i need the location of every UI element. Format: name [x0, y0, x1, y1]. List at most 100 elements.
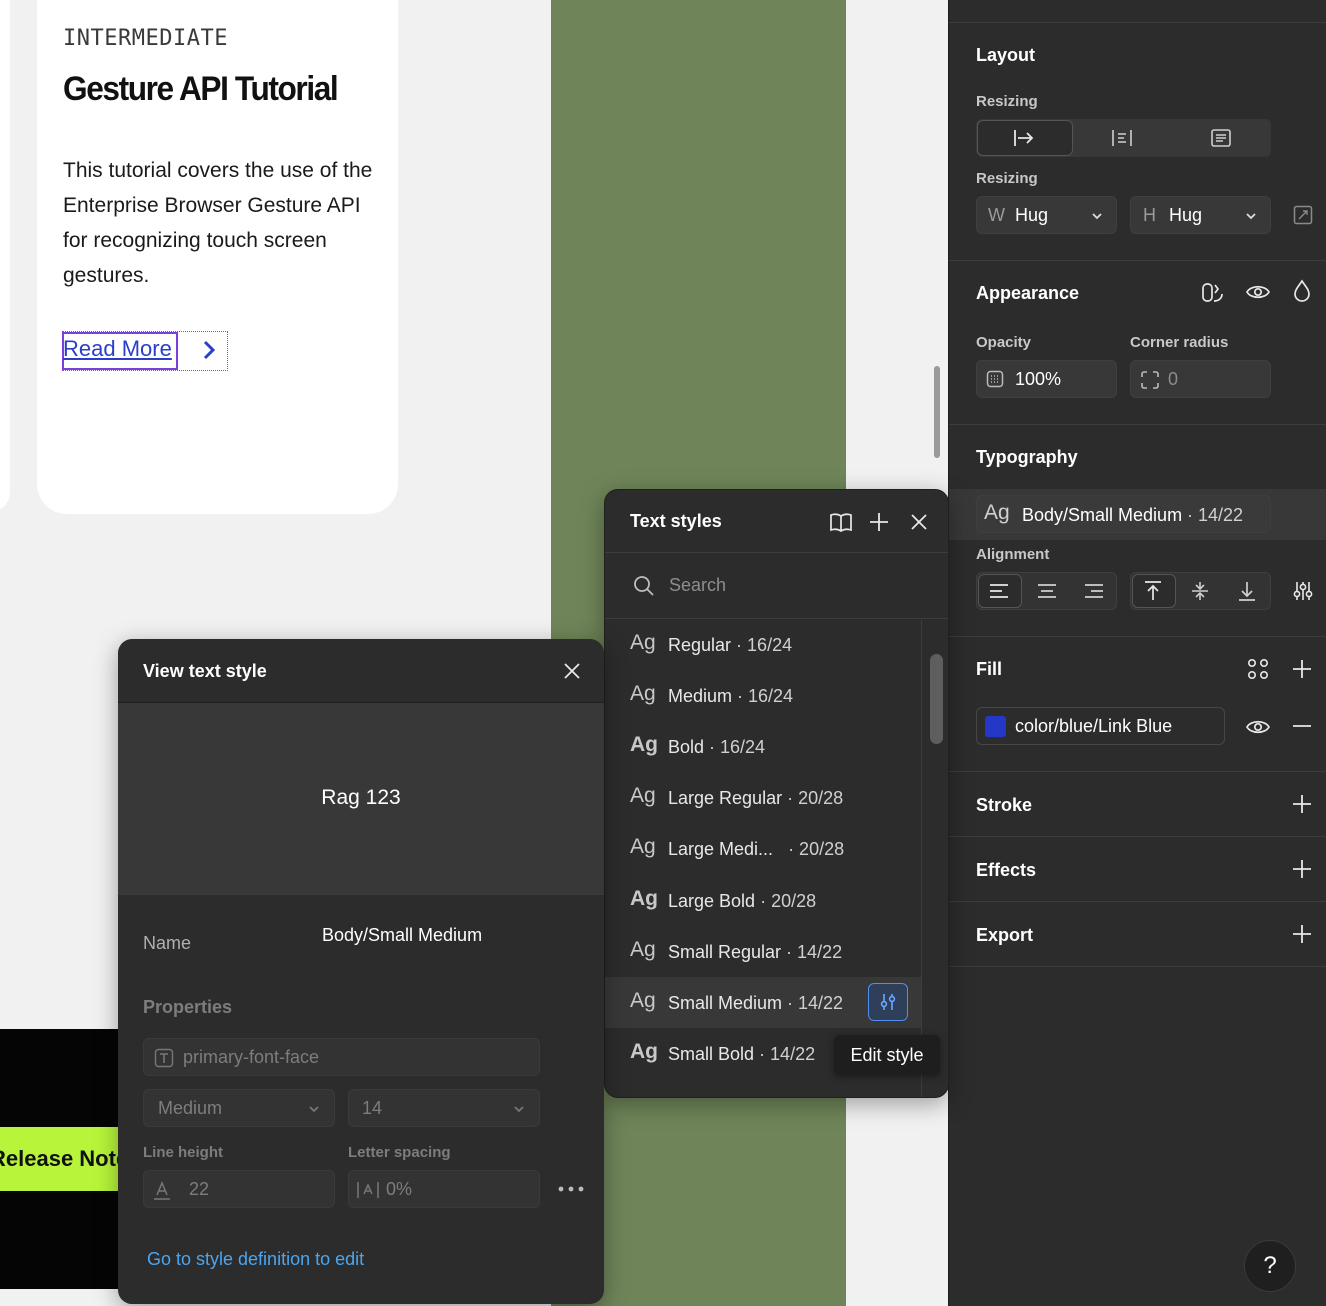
canvas-scrollbar[interactable] — [934, 366, 940, 458]
type-settings-icon[interactable] — [1291, 580, 1315, 602]
font-face-value: primary-font-face — [183, 1047, 320, 1067]
ag-glyph: Ag — [630, 1040, 658, 1063]
fill-title: Fill — [976, 659, 1002, 679]
horizontal-align-group — [976, 572, 1117, 610]
text-style-name: Small Medium — [668, 993, 783, 1013]
letter-spacing-field: 0% — [348, 1170, 540, 1208]
chevron-down-icon — [309, 1106, 319, 1113]
text-type-icon — [154, 1048, 174, 1068]
letter-spacing-icon — [357, 1182, 379, 1198]
layout-title: Layout — [976, 45, 1036, 65]
add-effect-icon[interactable] — [1292, 859, 1312, 879]
more-options-icon[interactable] — [558, 1185, 584, 1193]
scrollbar-thumb[interactable] — [930, 654, 943, 744]
read-more-link[interactable]: Read More — [63, 336, 172, 362]
view-text-style-dialog: View text style Rag 123 Name Body/Small … — [118, 639, 604, 1304]
plus-icon[interactable] — [869, 512, 889, 532]
text-style-name: Regular — [668, 635, 732, 655]
ag-glyph: Ag — [630, 682, 656, 705]
chevron-down-icon — [1246, 213, 1256, 220]
appearance-title: Appearance — [976, 283, 1080, 303]
constraints-icon[interactable] — [1293, 205, 1313, 225]
remove-fill-icon[interactable] — [1292, 716, 1312, 736]
arrow-right-bar-icon[interactable] — [1013, 128, 1035, 148]
text-style-item[interactable]: Ag Bold · 16/24 — [605, 721, 921, 772]
text-style-size: · 20/28 — [755, 891, 817, 911]
align-left-icon[interactable] — [988, 582, 1010, 600]
align-middle-icon[interactable] — [1190, 580, 1210, 602]
text-style-item[interactable]: Ag Medium · 16/24 — [605, 670, 921, 721]
opacity-label: Opacity — [976, 334, 1032, 351]
auto-width-icon[interactable] — [1111, 128, 1133, 148]
card-eyebrow: INTERMEDIATE — [63, 26, 228, 51]
font-size-value: 14 — [362, 1098, 383, 1118]
text-style-item[interactable]: Ag Large Bold · 20/28 — [605, 875, 921, 926]
opacity-value: 100% — [1015, 369, 1062, 389]
align-center-icon[interactable] — [1036, 582, 1058, 600]
text-styles-popover: Text styles Search Ag Regular · 16/24 Ag… — [604, 489, 949, 1098]
text-style-item[interactable]: Ag Regular · 16/24 — [605, 619, 921, 670]
line-height-icon — [154, 1181, 170, 1200]
height-dropdown[interactable]: H Hug — [1130, 196, 1271, 234]
ag-glyph: Ag — [630, 784, 656, 807]
tutorial-card[interactable]: INTERMEDIATE Gesture API Tutorial This t… — [37, 0, 398, 514]
text-style-size: · 14/22 — [781, 942, 843, 962]
ag-glyph: Ag — [630, 887, 658, 910]
chevron-down-icon — [514, 1106, 524, 1113]
go-to-style-definition-link[interactable]: Go to style definition to edit — [147, 1249, 364, 1270]
search-icon — [634, 576, 654, 596]
text-style-item[interactable]: Ag Large Regular · 20/28 — [605, 772, 921, 823]
width-dropdown[interactable]: W Hug — [976, 196, 1117, 234]
search-input[interactable]: Search — [669, 575, 726, 596]
opacity-field[interactable]: 100% — [976, 360, 1117, 398]
card-description: This tutorial covers the use of the Ente… — [63, 159, 373, 287]
add-fill-icon[interactable] — [1292, 659, 1312, 679]
width-prefix: W — [988, 205, 1005, 225]
text-style-name: Body/Small Medium — [1022, 505, 1183, 525]
auto-height-icon[interactable] — [1210, 128, 1232, 148]
font-weight-dropdown: Medium — [143, 1089, 335, 1127]
fill-color-field[interactable]: color/blue/Link Blue — [976, 707, 1225, 745]
text-style-item[interactable]: Ag Small Regular · 14/22 — [605, 926, 921, 977]
add-stroke-icon[interactable] — [1292, 794, 1312, 814]
text-style-name: Large Medi... — [668, 839, 774, 859]
text-style-selector[interactable]: Ag Body/Small Medium · 14/22 — [976, 495, 1271, 533]
eye-icon[interactable] — [1245, 282, 1271, 302]
book-icon[interactable] — [829, 511, 853, 533]
corner-radius-field[interactable]: 0 — [1130, 360, 1271, 398]
resizing-label: Resizing — [976, 93, 1038, 110]
ag-glyph: Ag — [630, 631, 656, 654]
dialog-title: View text style — [143, 661, 267, 681]
resizing-label-2: Resizing — [976, 170, 1038, 187]
ag-glyph: Ag — [630, 938, 656, 961]
letter-spacing-label: Letter spacing — [348, 1144, 451, 1161]
text-style-size: · 16/24 — [704, 737, 766, 757]
export-title: Export — [976, 925, 1034, 945]
effects-title: Effects — [976, 860, 1037, 880]
variable-mode-icon[interactable] — [1201, 281, 1225, 305]
align-bottom-icon[interactable] — [1237, 580, 1257, 602]
properties-panel: Layout Resizing Resizing W Hug H Hug App… — [948, 0, 1326, 1306]
fill-visibility-eye-icon[interactable] — [1245, 717, 1271, 737]
text-style-size: · 16/24 — [731, 635, 793, 655]
close-icon[interactable] — [562, 661, 582, 681]
help-button[interactable]: ? — [1244, 1240, 1296, 1292]
close-icon[interactable] — [909, 512, 929, 532]
text-styles-scrollbar[interactable] — [921, 620, 948, 1097]
text-style-size: · 20/28 — [783, 839, 845, 859]
align-right-icon[interactable] — [1083, 582, 1105, 600]
styles-grid-icon[interactable] — [1247, 658, 1269, 680]
text-style-size: · 14/22 — [782, 993, 844, 1013]
align-top-icon[interactable] — [1143, 580, 1163, 602]
text-style-item[interactable]: Ag Large Medi... · 20/28 — [605, 823, 921, 874]
width-value: Hug — [1015, 205, 1049, 225]
card-title: Gesture API Tutorial — [63, 70, 339, 108]
text-style-ag: Ag — [984, 501, 1010, 524]
height-prefix: H — [1143, 205, 1156, 225]
edit-style-button[interactable] — [868, 983, 908, 1021]
text-styles-title: Text styles — [630, 511, 722, 531]
drop-icon[interactable] — [1292, 279, 1312, 303]
add-export-icon[interactable] — [1292, 924, 1312, 944]
properties-label: Properties — [143, 997, 233, 1017]
fill-color-swatch[interactable] — [985, 716, 1006, 737]
